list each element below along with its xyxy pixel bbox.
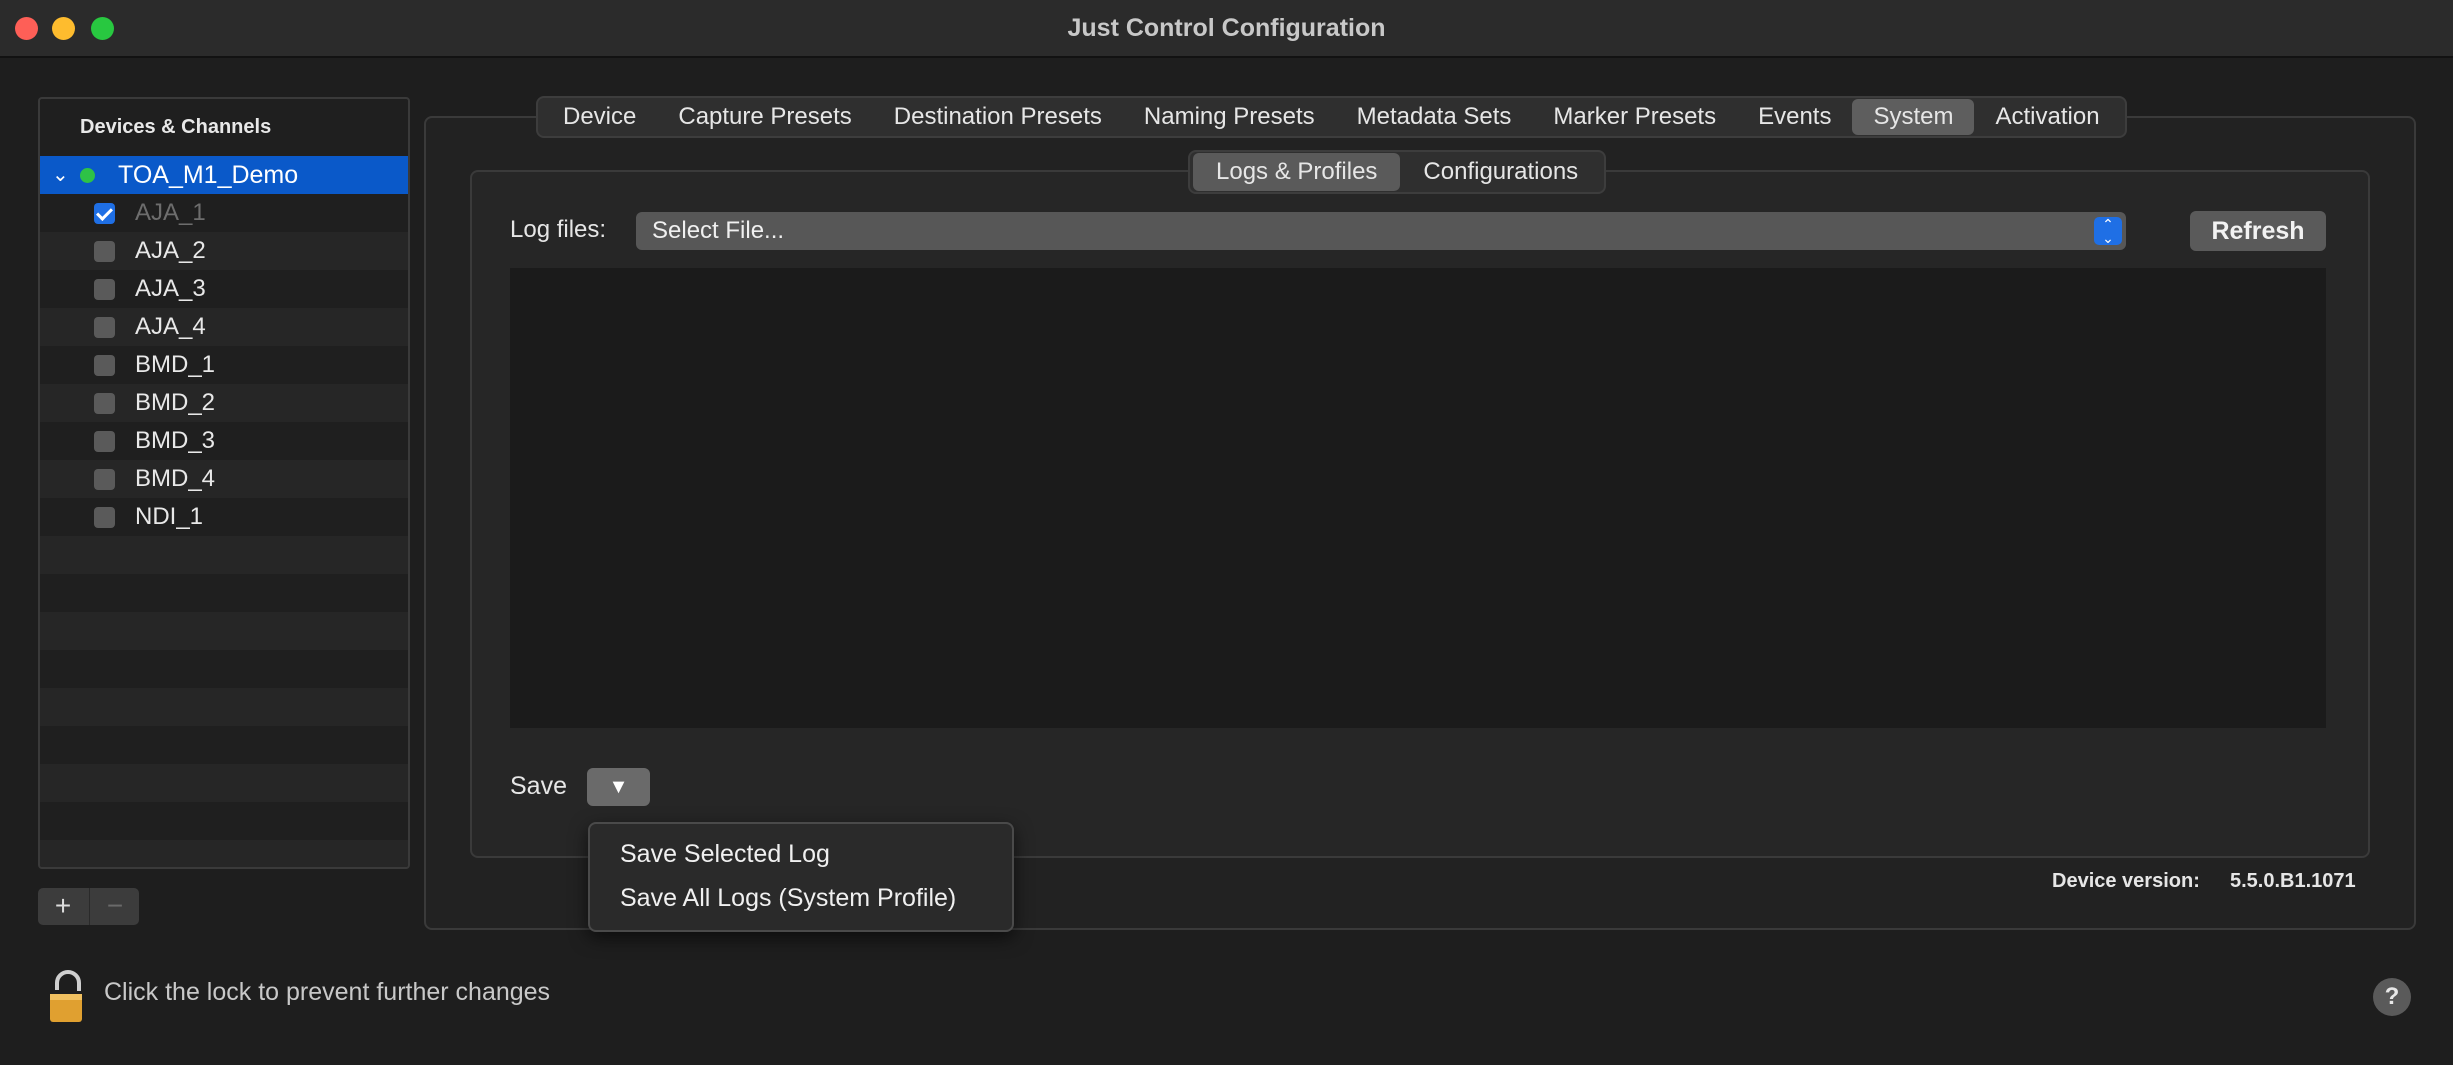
empty-row (40, 650, 408, 688)
updown-chevron-icon: ⌃ ⌄ (2094, 217, 2122, 245)
channel-row-bmd-3[interactable]: BMD_3 (40, 422, 408, 460)
tab-marker-presets[interactable]: Marker Presets (1532, 99, 1737, 135)
subtab-logs-profiles[interactable]: Logs & Profiles (1193, 153, 1401, 191)
channel-label: BMD_2 (135, 389, 216, 416)
channel-checkbox[interactable] (94, 203, 115, 224)
empty-row (40, 726, 408, 764)
channel-label: AJA_1 (135, 199, 206, 226)
channel-row-aja-1[interactable]: AJA_1 (40, 194, 408, 232)
lock-hint-text: Click the lock to prevent further change… (104, 978, 551, 1006)
remove-device-button[interactable]: − (89, 888, 140, 925)
empty-row (40, 612, 408, 650)
channel-label: AJA_2 (135, 237, 206, 264)
tab-device[interactable]: Device (542, 99, 657, 135)
log-file-select-value: Select File... (652, 217, 785, 244)
device-version-label: Device version: (2052, 870, 2200, 892)
channel-checkbox[interactable] (94, 469, 115, 490)
channel-label: AJA_3 (135, 275, 206, 302)
empty-row (40, 688, 408, 726)
subtab-configurations[interactable]: Configurations (1400, 153, 1601, 191)
window-title: Just Control Configuration (1067, 14, 1386, 42)
channel-checkbox[interactable] (94, 317, 115, 338)
tab-naming-presets[interactable]: Naming Presets (1123, 99, 1336, 135)
save-label: Save (510, 772, 567, 800)
log-files-label: Log files: (510, 216, 607, 243)
channel-row-aja-2[interactable]: AJA_2 (40, 232, 408, 270)
channel-row-bmd-2[interactable]: BMD_2 (40, 384, 408, 422)
tab-destination-presets[interactable]: Destination Presets (873, 99, 1123, 135)
channel-label: BMD_3 (135, 427, 216, 454)
channel-checkbox[interactable] (94, 393, 115, 414)
chevron-down-icon[interactable]: ⌄ (52, 156, 69, 194)
channel-checkbox[interactable] (94, 507, 115, 528)
log-content-area[interactable] (510, 268, 2326, 728)
tab-events[interactable]: Events (1737, 99, 1852, 135)
device-version-value: 5.5.0.B1.1071 (2230, 870, 2356, 892)
channel-row-ndi-1[interactable]: NDI_1 (40, 498, 408, 536)
channel-checkbox[interactable] (94, 241, 115, 262)
channel-label: BMD_1 (135, 351, 216, 378)
channel-label: NDI_1 (135, 503, 204, 530)
empty-row (40, 840, 408, 867)
tab-capture-presets[interactable]: Capture Presets (657, 99, 872, 135)
status-dot-icon (80, 168, 95, 183)
empty-row (40, 536, 408, 574)
subtab-bar: Logs & Profiles Configurations (1188, 150, 1607, 194)
device-row[interactable]: ⌄ TOA_M1_Demo (40, 156, 408, 194)
tab-metadata-sets[interactable]: Metadata Sets (1336, 99, 1533, 135)
add-device-button[interactable]: + (38, 888, 88, 925)
channel-checkbox[interactable] (94, 279, 115, 300)
empty-row (40, 574, 408, 612)
empty-row (40, 764, 408, 802)
save-menu: Save Selected Log Save All Logs (System … (588, 822, 1014, 932)
tab-activation[interactable]: Activation (1974, 99, 2120, 135)
channel-label: BMD_4 (135, 465, 216, 492)
channel-row-bmd-1[interactable]: BMD_1 (40, 346, 408, 384)
add-remove-control: + − (38, 888, 139, 925)
menu-item-save-selected-log[interactable]: Save Selected Log (620, 834, 830, 874)
device-name: TOA_M1_Demo (118, 161, 299, 189)
tab-system[interactable]: System (1852, 99, 1975, 135)
help-button[interactable]: ? (2373, 978, 2411, 1016)
channel-checkbox[interactable] (94, 431, 115, 452)
title-bar: Just Control Configuration (0, 0, 2453, 58)
menu-item-save-all-logs[interactable]: Save All Logs (System Profile) (620, 878, 956, 918)
channel-row-bmd-4[interactable]: BMD_4 (40, 460, 408, 498)
channel-checkbox[interactable] (94, 355, 115, 376)
tab-bar: Device Capture Presets Destination Prese… (536, 96, 2127, 138)
log-file-select[interactable]: Select File... ⌃ ⌄ (636, 212, 2126, 250)
refresh-button[interactable]: Refresh (2190, 211, 2326, 251)
devices-channels-sidebar: Devices & Channels ⌄ TOA_M1_Demo AJA_1 A… (38, 97, 410, 869)
channel-label: AJA_4 (135, 313, 206, 340)
lock-icon[interactable] (48, 968, 88, 1024)
channel-row-aja-4[interactable]: AJA_4 (40, 308, 408, 346)
sidebar-header: Devices & Channels (80, 116, 272, 138)
empty-row (40, 802, 408, 840)
save-dropdown-button[interactable]: ▼ (587, 768, 650, 806)
channel-row-aja-3[interactable]: AJA_3 (40, 270, 408, 308)
